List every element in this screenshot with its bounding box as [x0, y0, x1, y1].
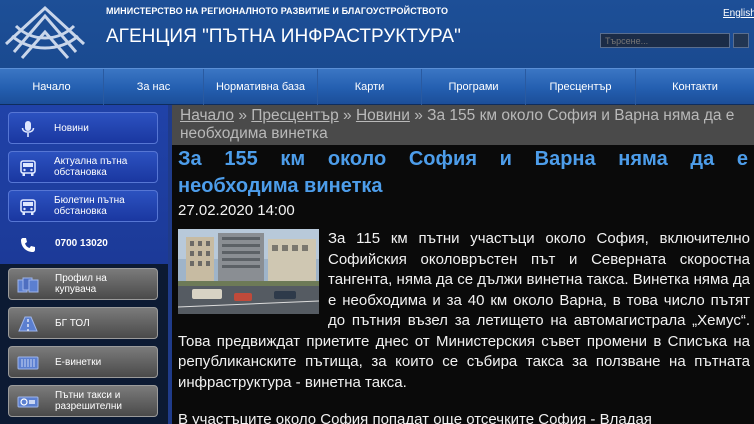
ticket-icon [17, 356, 39, 370]
sidebar-item-e-vignettes[interactable]: Е-винетки [8, 346, 158, 378]
sidebar-item-buyer-profile[interactable]: Профил на купувача [8, 268, 158, 300]
sidebar-phone[interactable]: 0700 13020 [8, 232, 158, 260]
road-icon [18, 316, 38, 332]
article-title-line-2: необходима винетка [178, 175, 383, 197]
article-body: За 115 км пътни участъци около София, вк… [178, 229, 750, 393]
sidebar-item-label: Новини [54, 122, 89, 134]
nav-programs[interactable]: Програми [422, 69, 526, 105]
main-nav: Начало За нас Нормативна база Карти Прог… [0, 68, 754, 105]
nav-contacts[interactable]: Контакти [636, 69, 754, 105]
breadcrumb-press-center[interactable]: Пресцентър [251, 107, 338, 124]
site-header: МИНИСТЕРСТВО НА РЕГИОНАЛНОТО РАЗВИТИЕ И … [0, 0, 754, 68]
nav-maps[interactable]: Карти [318, 69, 422, 105]
main-content: Начало » Пресцентър » Новини » За 155 км… [168, 105, 754, 424]
sidebar-item-label: Е-винетки [55, 356, 102, 368]
sidebar-item-label: Актуална пътна обстановка [54, 156, 128, 178]
agency-logo-icon[interactable] [2, 2, 88, 64]
nav-about[interactable]: За нас [104, 69, 204, 105]
sidebar: Новини Актуална пътна обстановка Бюлетин… [0, 105, 168, 424]
sidebar-item-bg-toll[interactable]: БГ ТОЛ [8, 307, 158, 339]
nav-legislation[interactable]: Нормативна база [204, 69, 318, 105]
phone-number: 0700 13020 [55, 238, 108, 249]
breadcrumb-trail: Начало » Пресцентър » Новини » За 155 км… [180, 107, 748, 143]
toll-icon [17, 396, 39, 408]
agency-name[interactable]: АГЕНЦИЯ "ПЪТНА ИНФРАСТРУКТУРА" [106, 26, 461, 48]
sidebar-item-label: БГ ТОЛ [55, 317, 90, 329]
sidebar-item-road-fees[interactable]: Пътни такси и разрешителни [8, 385, 158, 417]
search-button[interactable] [733, 33, 749, 48]
breadcrumb-separator: » [414, 107, 423, 124]
sidebar-item-road-conditions[interactable]: Актуална пътна обстановка [8, 151, 158, 183]
article-date: 27.02.2020 14:00 [178, 202, 295, 219]
breadcrumb: Начало » Пресцентър » Новини » За 155 км… [172, 105, 754, 145]
nav-press-center[interactable]: Пресцентър [526, 69, 636, 105]
nav-home[interactable]: Начало [0, 69, 104, 105]
sidebar-item-label: Профил на купувача [55, 273, 107, 295]
breadcrumb-separator: » [238, 107, 247, 124]
sidebar-item-news[interactable]: Новини [8, 112, 158, 144]
english-link[interactable]: English [723, 8, 754, 19]
sidebar-item-road-bulletin[interactable]: Бюлетин пътна обстановка [8, 190, 158, 222]
search-input[interactable] [600, 33, 730, 48]
breadcrumb-separator: » [343, 107, 352, 124]
ministry-name: МИНИСТЕРСТВО НА РЕГИОНАЛНОТО РАЗВИТИЕ И … [106, 6, 449, 16]
article-title: За 155 км около София и Варна няма да е … [178, 146, 748, 200]
sidebar-item-label: Бюлетин пътна обстановка [54, 195, 125, 217]
breadcrumb-home[interactable]: Начало [180, 107, 234, 124]
microphone-icon [21, 121, 35, 137]
photo-spacer [178, 229, 328, 317]
phone-icon [21, 238, 35, 252]
documents-icon [17, 277, 39, 293]
bus-icon [20, 160, 36, 176]
breadcrumb-news[interactable]: Новини [356, 107, 410, 124]
sidebar-item-label: Пътни такси и разрешителни [55, 390, 122, 412]
article-paragraph-2: В участъците около София попадат още отс… [178, 411, 652, 424]
article-title-line-1: За 155 км около София и Варна няма да е [178, 148, 748, 170]
bus-icon [20, 199, 36, 215]
